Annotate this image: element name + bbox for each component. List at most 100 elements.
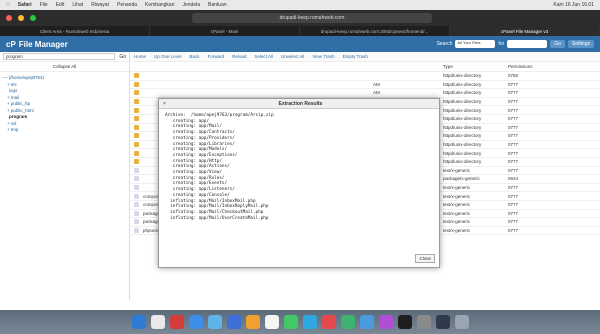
launchpad-icon[interactable] — [150, 315, 165, 329]
facetime-icon[interactable] — [302, 315, 317, 329]
path-go-button[interactable]: Go — [119, 54, 126, 60]
menu-develop[interactable]: Kembangkan — [145, 2, 174, 8]
table-row[interactable]: AM httpd/unix-directory 0777 — [130, 89, 600, 98]
cell-type: text/x-generic — [443, 202, 471, 208]
cell-date: AM — [373, 81, 380, 87]
file-icon — [134, 185, 139, 191]
cell-perm: 0777 — [508, 219, 519, 225]
music-icon[interactable] — [321, 315, 336, 329]
page-title: File Manager — [18, 39, 68, 49]
folder-icon — [134, 159, 139, 165]
menu-history[interactable]: Riwayat — [91, 2, 109, 8]
menu-bookmarks[interactable]: Penanda — [117, 2, 137, 8]
zoom-window-icon[interactable] — [30, 15, 36, 21]
clock[interactable]: Kam 16 Jun 16.01 — [553, 2, 594, 8]
cell-type: text/x-generic — [443, 167, 471, 173]
col-permissions[interactable]: Permissions — [508, 64, 548, 69]
view-trash-button[interactable]: View Trash — [312, 54, 334, 59]
table-row[interactable]: AM httpd/unix-directory 0777 — [130, 81, 600, 90]
browser-tabs: Client Area - Rumahweb Indonesia cPanel … — [0, 26, 600, 36]
folder-icon — [134, 116, 139, 122]
trash-icon[interactable] — [454, 315, 469, 329]
file-icon — [134, 227, 139, 233]
cell-type: httpd/unix-directory — [443, 124, 482, 130]
close-button[interactable]: Close — [415, 254, 435, 263]
safari-icon[interactable] — [188, 315, 203, 329]
back-button[interactable]: Back — [190, 54, 200, 59]
file-icon — [134, 176, 139, 182]
minimize-window-icon[interactable] — [18, 15, 24, 21]
cell-perm: 0777 — [508, 107, 519, 113]
cell-perm: 0777 — [508, 193, 519, 199]
cell-type: httpd/unix-directory — [443, 81, 482, 87]
messages-icon[interactable] — [283, 315, 298, 329]
path-bar: program Go — [0, 52, 129, 62]
cell-type: httpd/unix-directory — [443, 99, 482, 105]
cell-type: httpd/unix-directory — [443, 142, 482, 148]
folder-tree: — (/home/apej9763) + etc logs + mail + p… — [0, 72, 129, 137]
calendar-icon[interactable] — [245, 315, 260, 329]
address-bar[interactable]: drupadi-keep.romahweb.com — [192, 13, 432, 23]
cell-perm: 0755 — [508, 73, 519, 79]
menu-safari[interactable]: Safari — [18, 2, 32, 8]
cell-perm: 0644 — [508, 176, 519, 182]
cell-type: text/x-generic — [443, 185, 471, 191]
chrome-icon[interactable] — [169, 315, 184, 329]
path-input[interactable]: program — [3, 53, 116, 60]
tab-client-area[interactable]: Client Area - Rumahweb Indonesia — [0, 26, 150, 36]
menu-file[interactable]: File — [40, 2, 48, 8]
unselect-all-button[interactable]: Unselect All — [281, 54, 305, 59]
cell-perm: 0777 — [508, 116, 519, 122]
menu-view[interactable]: Lihat — [72, 2, 83, 8]
search-input[interactable] — [507, 40, 548, 48]
close-window-icon[interactable] — [6, 15, 12, 21]
whatsapp-icon[interactable] — [340, 315, 355, 329]
select-all-button[interactable]: Select All — [254, 54, 273, 59]
cell-perm: 0777 — [508, 133, 519, 139]
settings-app-icon[interactable] — [416, 315, 431, 329]
tv-icon[interactable] — [397, 315, 412, 329]
search-scope-select[interactable]: All Your Files — [455, 40, 496, 48]
cell-type: httpd/unix-directory — [443, 133, 482, 139]
extraction-results-dialog: × Extraction Results Archive: /home/apej… — [158, 98, 440, 268]
cell-type: httpd/unix-directory — [443, 90, 482, 96]
app-store-icon[interactable] — [359, 315, 374, 329]
search-go-button[interactable]: Go — [550, 40, 565, 48]
folder-icon — [134, 150, 139, 156]
output-line: inflating: app/Mail/UserCreateMail.php — [165, 215, 269, 221]
cell-perm: 0777 — [508, 159, 519, 165]
up-one-level-button[interactable]: Up One Level — [154, 54, 182, 59]
menu-window[interactable]: Jendela — [182, 2, 200, 8]
tree-item-tmp[interactable]: + tmp — [3, 127, 126, 134]
apple-menu-icon[interactable]:  — [6, 2, 10, 8]
word-icon[interactable] — [226, 315, 241, 329]
menu-help[interactable]: Bantuan — [208, 2, 227, 8]
reload-button[interactable]: Reload — [232, 54, 246, 59]
tab-file-manager[interactable]: cPanel File Manager v3 — [450, 26, 600, 36]
settings-button[interactable]: Settings — [567, 40, 594, 48]
cell-type: httpd/unix-directory — [443, 73, 482, 79]
terminal-icon[interactable] — [435, 315, 450, 329]
cell-type: httpd/unix-directory — [443, 159, 482, 165]
empty-trash-button[interactable]: Empty Trash — [343, 54, 368, 59]
tab-cpanel-session[interactable]: drupadi-keep.rumahweb.com:2083/cpsess/fr… — [300, 26, 450, 36]
folder-icon — [134, 99, 139, 105]
notes-icon[interactable] — [264, 315, 279, 329]
dock — [0, 310, 600, 334]
cell-type: text/x-generic — [443, 210, 471, 216]
forward-button[interactable]: Forward — [208, 54, 225, 59]
col-type[interactable]: Type — [443, 64, 508, 69]
sidebar: program Go Collapse All — (/home/apej976… — [0, 52, 130, 300]
menu-edit[interactable]: Edit — [56, 2, 65, 8]
file-icon — [134, 167, 139, 173]
table-row[interactable]: httpd/unix-directory 0755 — [130, 72, 600, 81]
tab-cpanel-main[interactable]: cPanel - Main — [150, 26, 300, 36]
mail-icon[interactable] — [207, 315, 222, 329]
file-icon — [134, 202, 139, 208]
home-button[interactable]: Home — [134, 54, 146, 59]
extraction-output: Archive: /home/apej9763/program/Arsip.zi… — [159, 109, 439, 256]
collapse-all-button[interactable]: Collapse All — [0, 62, 129, 72]
podcasts-icon[interactable] — [378, 315, 393, 329]
column-header: Type Permissions — [130, 62, 600, 72]
finder-icon[interactable] — [131, 315, 146, 329]
